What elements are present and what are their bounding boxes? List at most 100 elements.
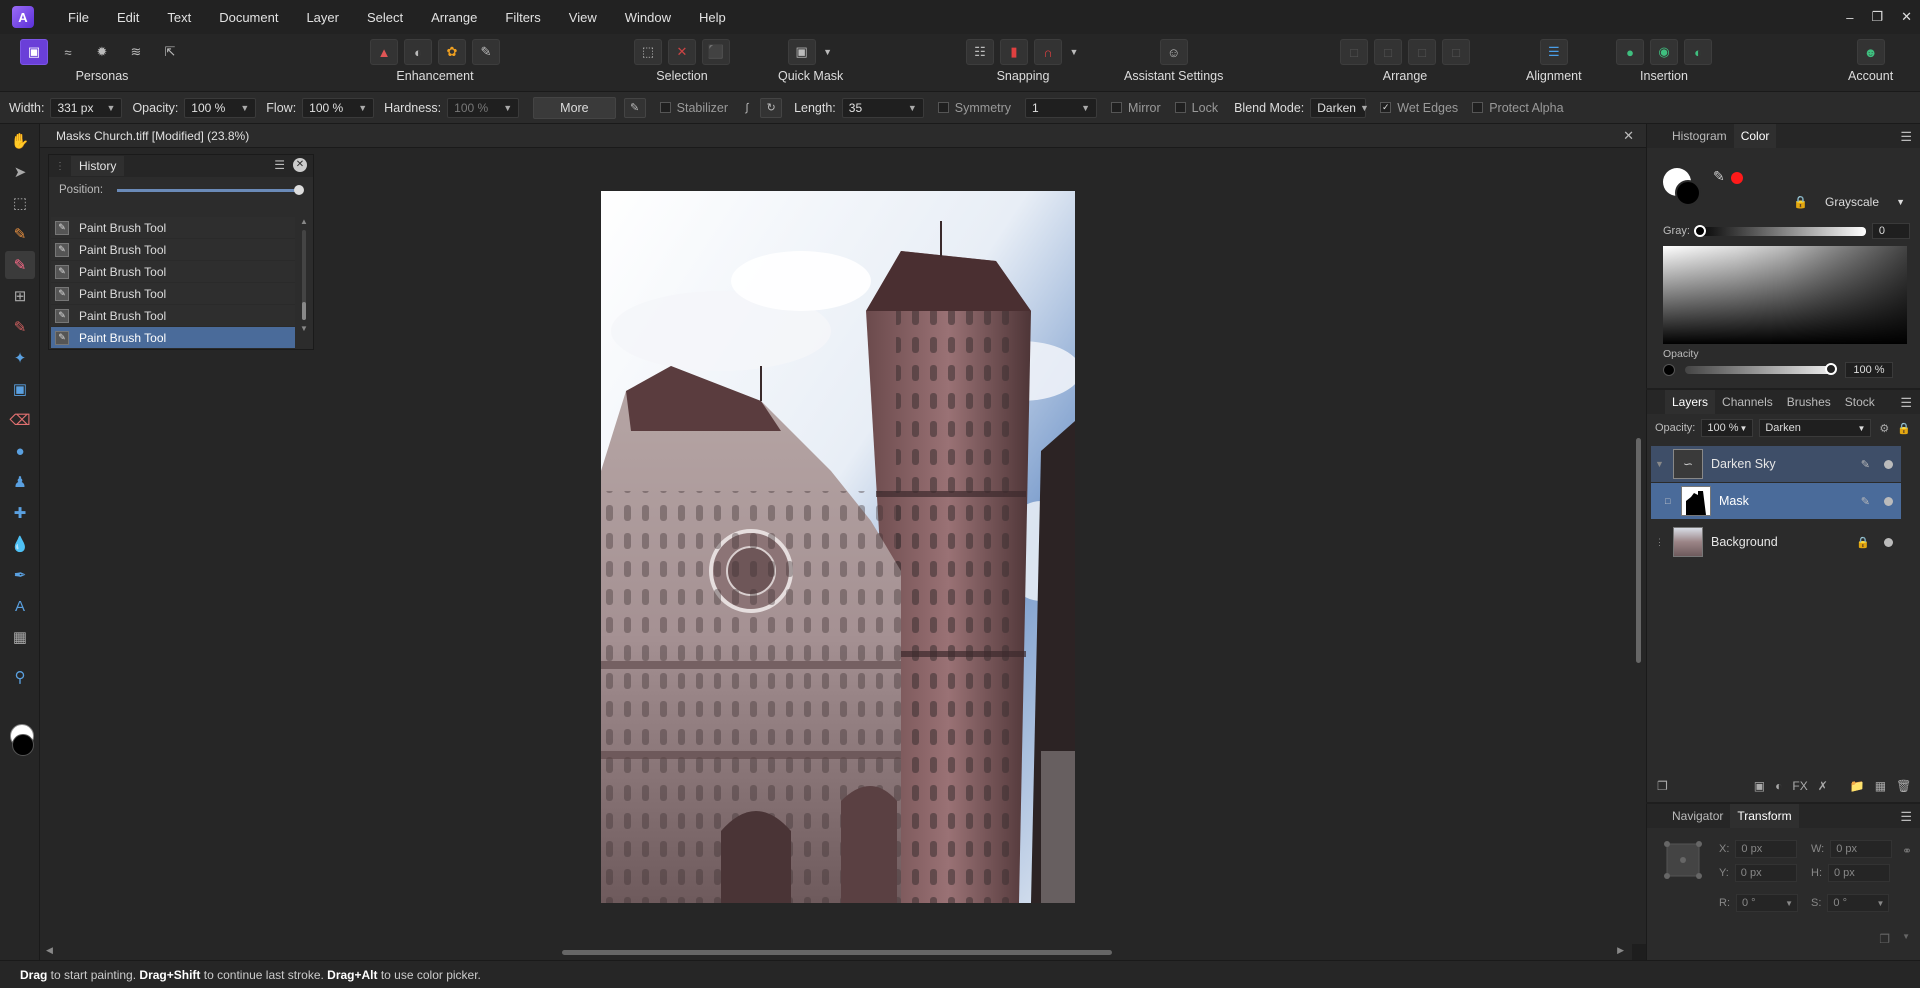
menu-arrange[interactable]: Arrange <box>417 10 491 25</box>
canvas-horizontal-scrollbar[interactable]: ◀ ▶ <box>40 944 1632 960</box>
layer-lock-icon[interactable]: 🔒 <box>1897 422 1911 435</box>
edit-mask-icon[interactable]: ✎ <box>1861 495 1870 508</box>
tab-navigator[interactable]: Navigator <box>1665 804 1730 828</box>
dodge-tool-icon[interactable]: ● <box>5 437 35 465</box>
flow-field[interactable]: 100 % ▼ <box>302 97 375 118</box>
layer-row-mask[interactable]: □ Mask ✎ <box>1651 483 1901 519</box>
insert-behind-icon[interactable]: ● <box>1616 39 1644 65</box>
arrange-backward-icon[interactable]: □ <box>1374 39 1402 65</box>
menu-window[interactable]: Window <box>611 10 685 25</box>
color-picker-icon[interactable]: ✎ <box>1713 168 1725 185</box>
insert-top-icon[interactable]: ◉ <box>1650 39 1678 65</box>
history-item[interactable]: ✎ Paint Brush Tool <box>51 305 295 327</box>
add-adjustment-icon[interactable]: ◐ <box>1775 779 1782 793</box>
tone-mapping-persona-icon[interactable]: ≋ <box>122 39 150 65</box>
visibility-icon[interactable] <box>1884 537 1893 547</box>
history-slider-knob[interactable] <box>294 184 305 195</box>
scroll-right-icon[interactable]: ▶ <box>1617 945 1624 956</box>
transform-options-dropdown-icon[interactable]: ▼ <box>1902 932 1910 941</box>
wet-edges-checkbox[interactable]: ✓ <box>1380 102 1392 113</box>
levels-icon[interactable]: ▲ <box>370 39 398 65</box>
alignment-icon[interactable]: ☰ <box>1539 39 1568 65</box>
export-persona-icon[interactable]: ⇱ <box>156 39 184 65</box>
opacity-field[interactable]: 100 % ▼ <box>184 97 257 118</box>
protect-alpha-checkbox[interactable] <box>1472 102 1484 113</box>
erase-tool-icon[interactable]: ⌫ <box>5 406 35 434</box>
panel-grip-icon[interactable]: ⋮ <box>55 161 65 172</box>
mirror-checkbox[interactable] <box>1111 102 1123 113</box>
color-opacity-slider[interactable] <box>1685 363 1837 375</box>
delete-layer-icon[interactable]: 🗑 <box>1896 779 1911 793</box>
more-button[interactable]: More <box>533 96 616 119</box>
snapping-dropdown-icon[interactable]: ▼ <box>1068 39 1080 65</box>
layer-settings-icon[interactable]: ⚙ <box>1879 422 1889 435</box>
layer-blend-field[interactable]: Darken ▼ <box>1759 419 1872 437</box>
scroll-down-icon[interactable]: ▼ <box>299 324 309 333</box>
history-scroll-track[interactable] <box>302 230 306 320</box>
crop-tool-icon[interactable]: ⊞ <box>5 282 35 310</box>
aspect-link-icon[interactable]: ⚭ <box>1902 844 1912 858</box>
color-replacement-tool-icon[interactable]: ✎ <box>5 313 35 341</box>
history-item[interactable]: ✎ Paint Brush Tool <box>51 261 295 283</box>
menu-filters[interactable]: Filters <box>491 10 554 25</box>
stabilizer-checkbox[interactable] <box>659 102 671 113</box>
magic-wand-tool-icon[interactable]: ✦ <box>5 344 35 372</box>
document-close-icon[interactable]: ✕ <box>1623 128 1634 144</box>
menu-select[interactable]: Select <box>353 10 417 25</box>
menu-help[interactable]: Help <box>685 10 740 25</box>
stroke-color-swatch[interactable] <box>1675 180 1701 206</box>
color-well[interactable] <box>10 724 36 756</box>
visibility-icon[interactable] <box>1884 496 1893 506</box>
tab-histogram[interactable]: Histogram <box>1665 124 1734 148</box>
clone-tool-icon[interactable]: ♟ <box>5 468 35 496</box>
gray-color-picker-box[interactable] <box>1663 246 1907 344</box>
history-position-slider[interactable] <box>117 184 305 195</box>
menu-text[interactable]: Text <box>153 10 205 25</box>
hsl-icon[interactable]: ✿ <box>438 39 466 65</box>
history-item[interactable]: ✎ Paint Brush Tool <box>51 217 295 239</box>
snap-grid-icon[interactable]: ☷ <box>966 39 994 65</box>
anchor-point-icon[interactable] <box>1663 840 1703 880</box>
gray-value-field[interactable]: 0 <box>1871 223 1910 239</box>
scroll-left-icon[interactable]: ◀ <box>46 945 53 956</box>
history-tab[interactable]: History <box>71 156 125 176</box>
color-opacity-value[interactable]: 100 % <box>1845 362 1893 378</box>
marquee-tool-icon[interactable]: ⬚ <box>5 189 35 217</box>
document-photo[interactable] <box>601 191 1075 903</box>
white-balance-icon[interactable]: ◐ <box>404 39 432 65</box>
add-mask-icon[interactable]: ▣ <box>1754 779 1765 793</box>
menu-edit[interactable]: Edit <box>103 10 153 25</box>
quick-mask-icon[interactable]: ▣ <box>787 39 816 65</box>
window-mode-icon[interactable]: ↻ <box>760 97 783 118</box>
menu-view[interactable]: View <box>555 10 611 25</box>
snap-magnet-icon[interactable]: ∩ <box>1034 39 1062 65</box>
arrange-front-icon[interactable]: □ <box>1442 39 1470 65</box>
layer-stack-icon[interactable]: ❐ <box>1657 779 1668 793</box>
scroll-up-icon[interactable]: ▲ <box>299 217 309 226</box>
view-tool-icon[interactable]: ✋ <box>5 127 35 155</box>
symmetry-field[interactable]: 1 ▼ <box>1025 97 1098 118</box>
blur-tool-icon[interactable]: 💧 <box>5 530 35 558</box>
tab-layers[interactable]: Layers <box>1665 390 1716 414</box>
transform-r-field[interactable]: R: 0 ° ▼ <box>1719 894 1798 912</box>
layer-row-darken-sky[interactable]: ▼ ∽ Darken Sky ✎ <box>1651 446 1901 482</box>
secondary-color-swatch[interactable] <box>12 734 34 756</box>
rope-mode-icon[interactable]: ∫ <box>736 98 758 118</box>
layers-panel-menu-icon[interactable]: ☰ <box>1900 395 1912 411</box>
width-field[interactable]: 331 px ▼ <box>50 97 123 118</box>
mesh-warp-tool-icon[interactable]: ▦ <box>5 623 35 651</box>
tab-transform[interactable]: Transform <box>1730 804 1799 828</box>
color-opacity-knob[interactable] <box>1825 363 1837 375</box>
tab-color[interactable]: Color <box>1733 124 1777 148</box>
select-all-icon[interactable]: ⬚ <box>634 39 662 65</box>
layer-locked-icon[interactable]: 🔒 <box>1856 536 1870 549</box>
visibility-icon[interactable] <box>1884 459 1893 469</box>
symmetry-checkbox[interactable] <box>937 102 949 113</box>
pixel-layer-icon[interactable]: ✗ <box>1818 779 1828 793</box>
hardness-field[interactable]: 100 % ▼ <box>447 97 520 118</box>
photo-persona-icon[interactable]: ▣ <box>20 39 48 65</box>
transform-panel-menu-icon[interactable]: ☰ <box>1900 809 1912 825</box>
layer-grip-icon[interactable]: ⋮ <box>1655 537 1664 548</box>
transform-options-icon[interactable]: ❐ <box>1879 932 1890 946</box>
horizontal-scroll-thumb[interactable] <box>562 950 1112 955</box>
